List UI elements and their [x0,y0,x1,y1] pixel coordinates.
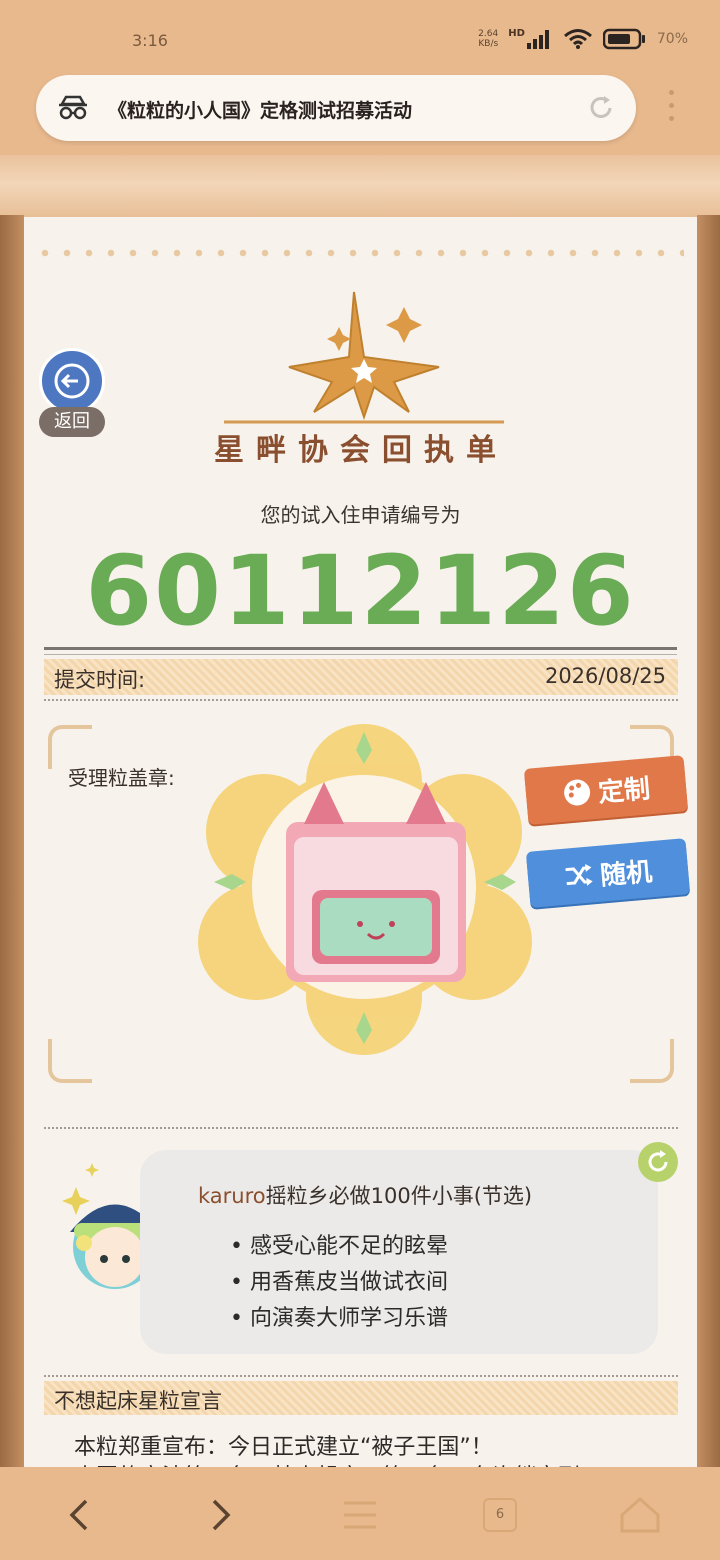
custom-button[interactable]: 定制 [523,755,689,825]
signal-icon [526,30,549,49]
dotted-divider [44,1375,678,1377]
forward-icon[interactable] [196,1491,244,1539]
declaration-title: 不想起床星粒宣言 [54,1389,222,1413]
custom-button-label: 定制 [596,773,652,809]
random-button-label: 随机 [598,856,654,892]
reload-icon[interactable] [586,93,616,123]
divider-thin [44,654,677,655]
net-speed: 2.64 KB/s [478,29,499,49]
menu-icon[interactable] [664,90,678,129]
bubble-title: karuro摇粒乡必做100件小事(节选) [198,1184,533,1208]
submit-time-value: 2026/08/25 [544,664,666,688]
back-label[interactable]: 返回 [39,407,105,437]
menu-icon[interactable] [336,1491,384,1539]
back-icon[interactable] [56,1491,104,1539]
receipt-paper: 星畔协会回执单 您的试入住申请编号为 60112126 提交时间: 2026/0… [24,217,697,1470]
page-title: 《粒粒的小人国》定格测试招募活动 [108,100,413,122]
declaration-text: 本粒郑重宣布：今日正式建立“被子王国”！ [74,1435,493,1460]
intro-text: 您的试入住申请编号为 [260,503,461,527]
tab-count: 6 [483,1498,517,1532]
list-item: • 感受心能不足的眩晕 [230,1234,448,1259]
tips-bubble: karuro摇粒乡必做100件小事(节选) • 感受心能不足的眩晕 • 用香蕉皮… [140,1150,658,1354]
status-indicators: 2.64 KB/s HD 70% [478,28,688,50]
dot-border [34,249,684,257]
application-number: 60112126 [85,535,636,647]
stamp-graphic [198,724,532,1055]
frame-corner [630,1039,674,1083]
status-bar: 3:16 2.64 KB/s HD 70% [0,0,720,80]
wood-frame-right [697,215,720,1470]
wood-frame-left [0,215,24,1470]
refresh-icon [648,1150,668,1172]
stamp-label: 受理粒盖章: [68,766,175,790]
logo-title: 星畔协会回执单 [214,433,508,468]
dotted-divider [44,699,678,701]
declaration-header: 不想起床星粒宣言 [44,1381,678,1415]
status-time: 3:16 [132,31,168,50]
list-item: • 向演奏大师学习乐谱 [230,1306,448,1331]
address-bar[interactable]: 《粒粒的小人国》定格测试招募活动 [36,75,636,141]
shelf-decoration [0,155,720,217]
refresh-tips-button[interactable] [638,1142,678,1182]
back-button[interactable] [39,348,105,414]
shuffle-icon [565,863,593,886]
submit-time-label: 提交时间: [54,668,146,692]
browser-nav-bar: 6 [0,1467,720,1560]
palette-icon [564,779,591,806]
tabs-icon[interactable]: 6 [476,1491,524,1539]
submit-time-row: 提交时间: 2026/08/25 [44,659,678,695]
divider [44,647,677,650]
wifi-icon [563,29,592,49]
incognito-icon [59,95,87,120]
battery-icon [602,28,645,50]
battery-level: 70% [656,31,688,47]
list-item: • 用香蕉皮当做试衣间 [230,1270,448,1295]
star-logo [224,291,504,424]
dotted-divider [44,1127,678,1129]
back-arrow-icon [54,363,90,399]
home-icon[interactable] [616,1491,664,1539]
frame-corner [48,1039,92,1083]
network-type: HD [508,27,525,39]
random-button[interactable]: 随机 [525,838,691,908]
